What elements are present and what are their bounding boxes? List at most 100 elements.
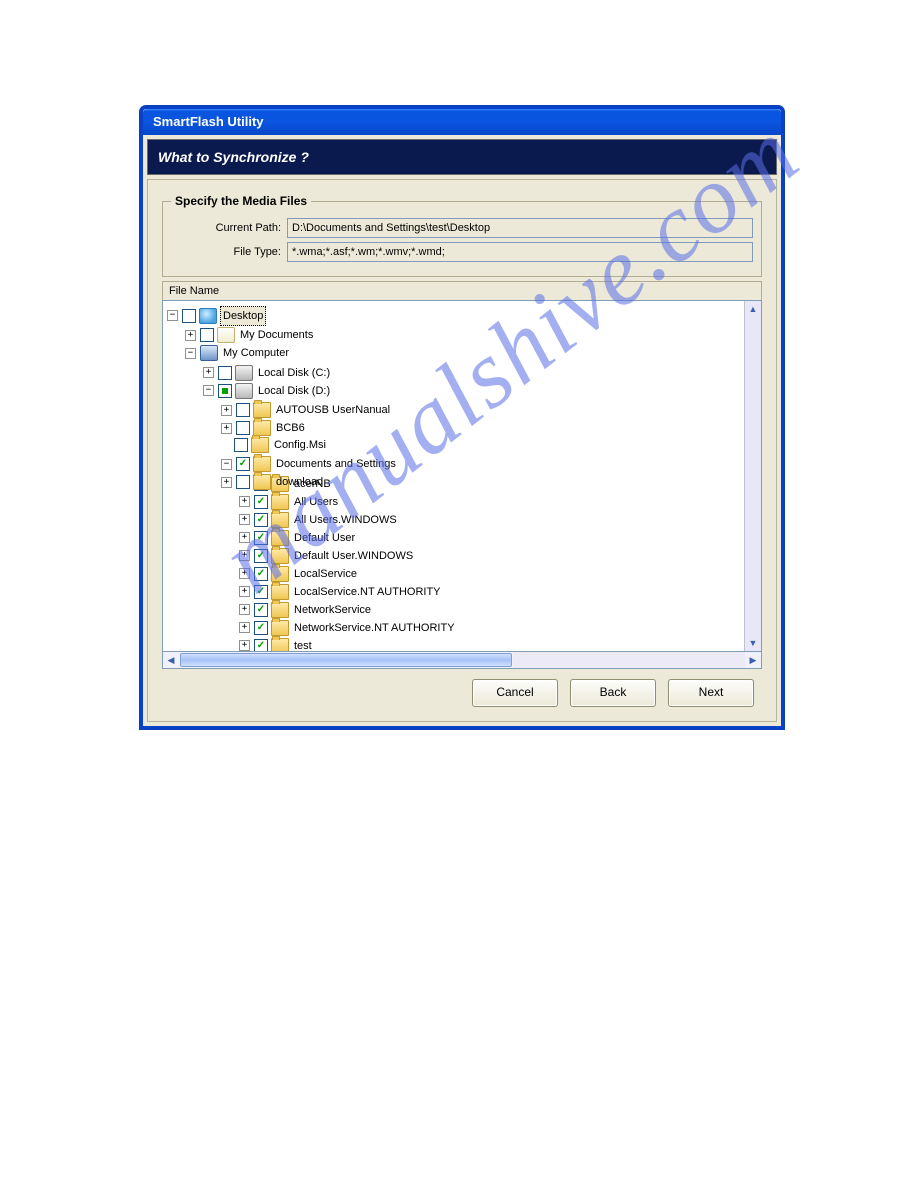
scroll-left-icon[interactable]: ◀ (163, 652, 179, 668)
tree-item-test[interactable]: test (292, 637, 314, 652)
wizard-step-header: What to Synchronize ? (147, 139, 777, 175)
tree-item-desktop[interactable]: Desktop (220, 306, 266, 326)
folder-icon (253, 402, 271, 418)
folder-icon (271, 584, 289, 600)
scroll-up-icon[interactable]: ▲ (745, 301, 761, 317)
tree-item-disk-d[interactable]: Local Disk (D:) (256, 382, 332, 400)
checkbox[interactable] (254, 639, 268, 652)
tree-item-bcb6[interactable]: BCB6 (274, 419, 307, 437)
window-body: Specify the Media Files Current Path: D:… (147, 179, 777, 722)
checkbox[interactable] (218, 384, 232, 398)
expand-toggle[interactable]: + (239, 586, 250, 597)
checkbox[interactable] (234, 438, 248, 452)
folder-icon (271, 494, 289, 510)
disk-icon (235, 365, 253, 381)
tree-item-localservice-nt[interactable]: LocalService.NT AUTHORITY (292, 583, 443, 601)
cancel-button[interactable]: Cancel (472, 679, 558, 707)
checkbox[interactable] (236, 475, 250, 489)
checkbox[interactable] (254, 621, 268, 635)
checkbox[interactable] (254, 513, 268, 527)
folder-icon (271, 548, 289, 564)
tree-item-networkservice[interactable]: NetworkService (292, 601, 373, 619)
checkbox[interactable] (254, 567, 268, 581)
tree-item-default-user[interactable]: Default User (292, 529, 357, 547)
expand-toggle[interactable]: + (185, 330, 196, 341)
expand-toggle[interactable]: − (221, 459, 232, 470)
expand-toggle[interactable]: + (239, 622, 250, 633)
checkbox[interactable] (200, 328, 214, 342)
expand-toggle[interactable]: + (239, 532, 250, 543)
expand-toggle[interactable]: − (203, 385, 214, 396)
tree-item-documents-and-settings[interactable]: Documents and Settings (274, 455, 398, 473)
scroll-track[interactable] (513, 652, 745, 668)
expand-toggle[interactable]: + (239, 550, 250, 561)
tree-item-download[interactable]: download (274, 473, 325, 491)
current-path-label: Current Path: (171, 222, 287, 234)
file-type-label: File Type: (171, 246, 287, 258)
scroll-down-icon[interactable]: ▼ (745, 635, 761, 651)
desktop-icon (199, 308, 217, 324)
folder-tree[interactable]: − Desktop + My Documents (163, 301, 744, 651)
checkbox[interactable] (236, 403, 250, 417)
app-window: SmartFlash Utility What to Synchronize ?… (140, 106, 784, 729)
expand-toggle[interactable]: − (185, 348, 196, 359)
window-title: SmartFlash Utility (153, 114, 264, 129)
tree-item-my-documents[interactable]: My Documents (238, 326, 315, 344)
tree-container: − Desktop + My Documents (162, 300, 762, 652)
wizard-step-title: What to Synchronize ? (158, 149, 309, 165)
expand-toggle[interactable]: − (167, 310, 178, 321)
current-path-input[interactable]: D:\Documents and Settings\test\Desktop (287, 218, 753, 238)
tree-item-networkservice-nt[interactable]: NetworkService.NT AUTHORITY (292, 619, 457, 637)
documents-icon (217, 327, 235, 343)
checkbox[interactable] (254, 531, 268, 545)
checkbox[interactable] (254, 603, 268, 617)
tree-item-autousb[interactable]: AUTOUSB UserNanual (274, 401, 392, 419)
expand-toggle[interactable]: + (203, 367, 214, 378)
tree-item-my-computer[interactable]: My Computer (221, 344, 291, 362)
expand-toggle[interactable]: + (239, 514, 250, 525)
folder-icon (271, 620, 289, 636)
horizontal-scrollbar[interactable]: ◀ ▶ (162, 652, 762, 669)
titlebar[interactable]: SmartFlash Utility (143, 109, 781, 135)
scroll-thumb[interactable] (180, 653, 512, 667)
checkbox[interactable] (218, 366, 232, 380)
tree-item-configmsi[interactable]: Config.Msi (272, 436, 328, 454)
tree-item-allusers-windows[interactable]: All Users.WINDOWS (292, 511, 399, 529)
file-type-input[interactable]: *.wma;*.asf;*.wm;*.wmv;*.wmd; (287, 242, 753, 262)
media-fieldset: Specify the Media Files Current Path: D:… (162, 194, 762, 277)
folder-icon (271, 602, 289, 618)
checkbox[interactable] (254, 585, 268, 599)
checkbox[interactable] (236, 421, 250, 435)
expand-toggle[interactable]: + (239, 604, 250, 615)
current-path-row: Current Path: D:\Documents and Settings\… (171, 218, 753, 238)
checkbox[interactable] (254, 549, 268, 563)
wizard-button-row: Cancel Back Next (162, 669, 762, 711)
expand-toggle[interactable]: + (221, 423, 232, 434)
tree-item-localservice[interactable]: LocalService (292, 565, 359, 583)
expand-toggle[interactable]: + (221, 405, 232, 416)
expand-toggle[interactable]: + (239, 568, 250, 579)
tree-item-allusers[interactable]: All Users (292, 493, 340, 511)
checkbox[interactable] (236, 457, 250, 471)
vertical-scrollbar[interactable]: ▲ ▼ (744, 301, 761, 651)
checkbox[interactable] (254, 495, 268, 509)
file-type-row: File Type: *.wma;*.asf;*.wm;*.wmv;*.wmd; (171, 242, 753, 262)
tree-item-disk-c[interactable]: Local Disk (C:) (256, 364, 332, 382)
folder-icon (271, 638, 289, 652)
scroll-right-icon[interactable]: ▶ (745, 652, 761, 668)
tree-column-header: File Name (162, 281, 762, 300)
back-button[interactable]: Back (570, 679, 656, 707)
folder-icon (253, 420, 271, 436)
next-button[interactable]: Next (668, 679, 754, 707)
checkbox[interactable] (182, 309, 196, 323)
folder-icon (253, 474, 271, 490)
expand-toggle[interactable]: + (239, 640, 250, 651)
disk-icon (235, 383, 253, 399)
folder-icon (271, 566, 289, 582)
computer-icon (200, 345, 218, 361)
folder-icon (271, 512, 289, 528)
folder-icon (253, 456, 271, 472)
expand-toggle[interactable]: + (221, 477, 232, 488)
tree-item-default-user-windows[interactable]: Default User.WINDOWS (292, 547, 415, 565)
expand-toggle[interactable]: + (239, 496, 250, 507)
